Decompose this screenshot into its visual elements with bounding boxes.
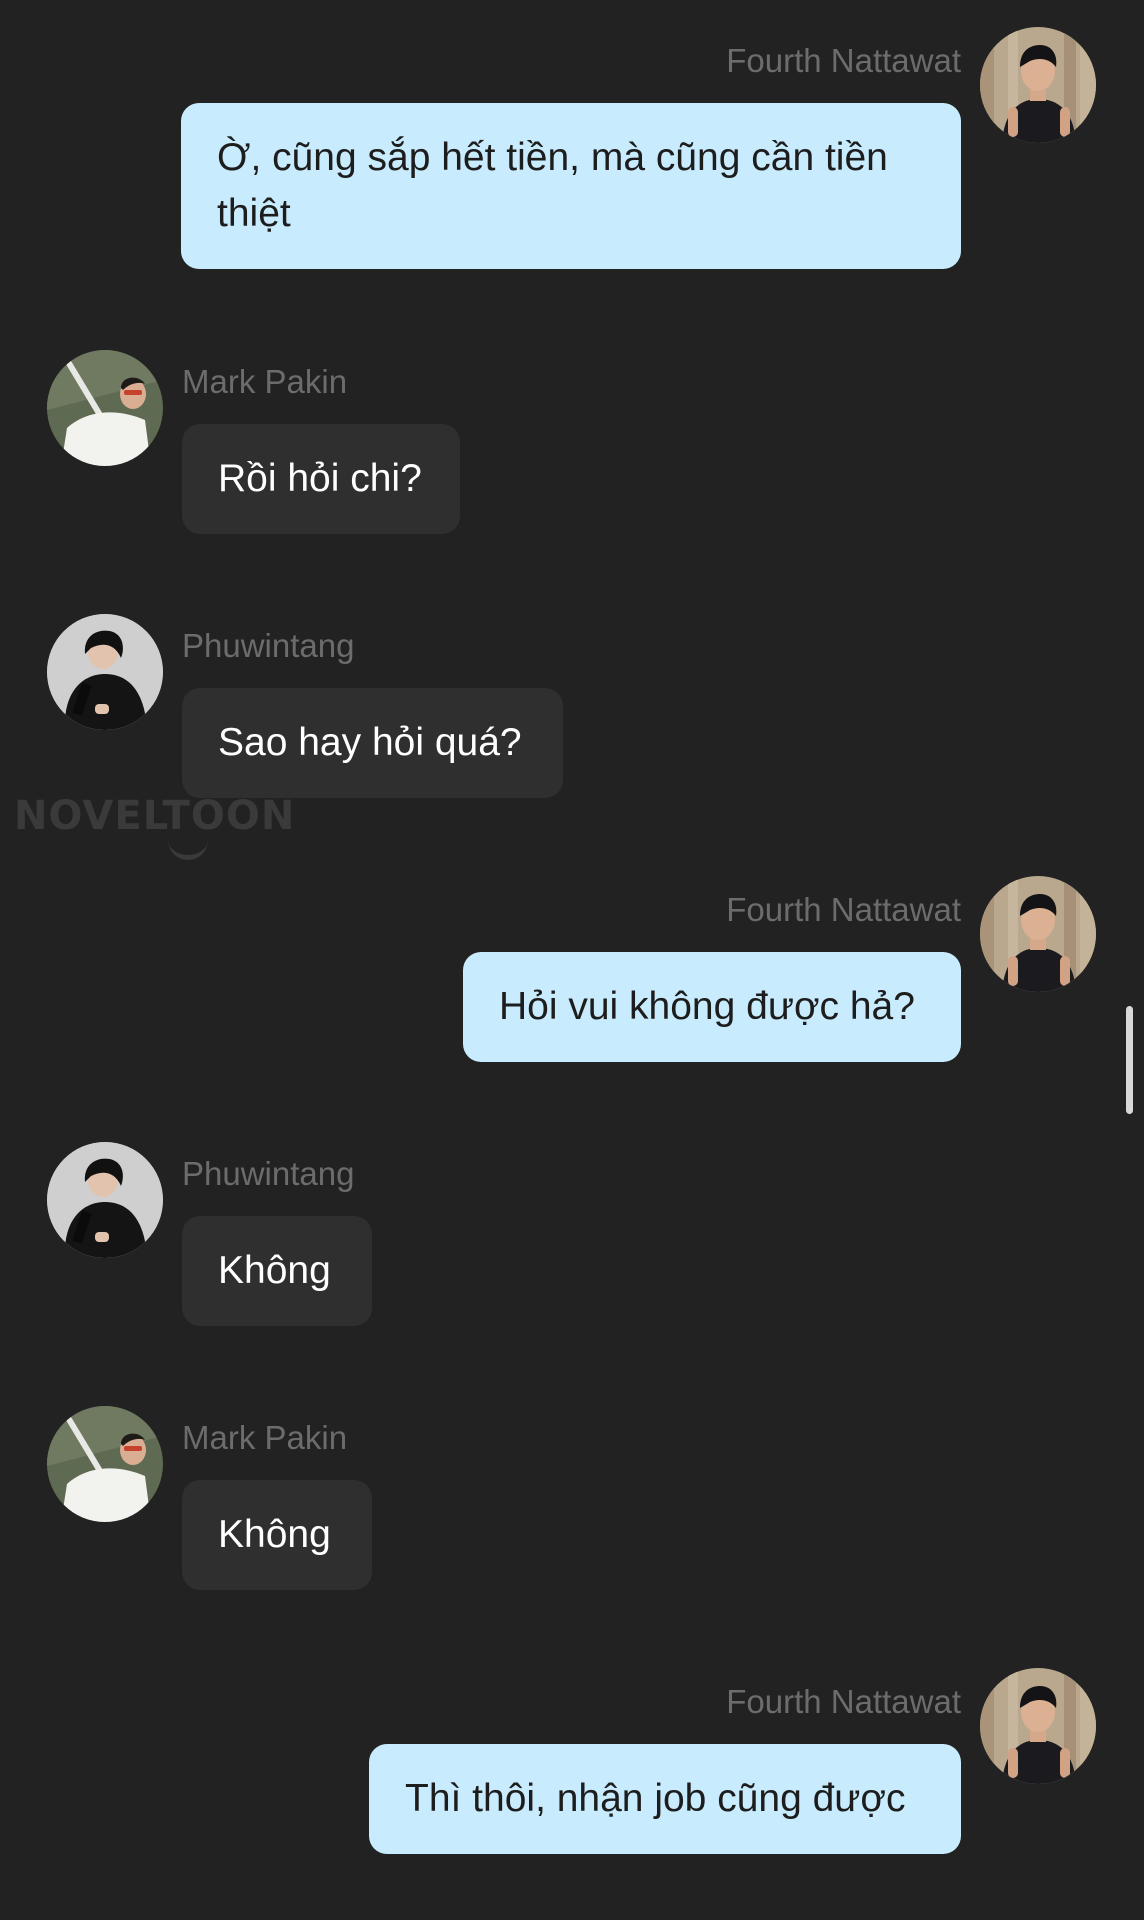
sender-name: Mark Pakin — [182, 1419, 348, 1456]
sender-name: Mark Pakin — [182, 363, 348, 400]
message-bubble[interactable]: Ờ, cũng sắp hết tiền, mà cũng cần tiền t… — [181, 103, 961, 269]
message-row: Fourth Nattawat Hỏi vui không được hả? — [0, 876, 1144, 1082]
message-bubble[interactable]: Không — [182, 1480, 372, 1590]
chat-thread: Fourth Nattawat Ờ, cũng sắp hết tiền, mà… — [0, 0, 1144, 1920]
message-row: Phuwintang Sao hay hỏi quá? — [0, 614, 1144, 820]
message-bubble[interactable]: Thì thôi, nhận job cũng được — [369, 1744, 961, 1854]
sender-name: Fourth Nattawat — [726, 42, 961, 79]
sender-name: Fourth Nattawat — [726, 891, 961, 928]
message-row: Mark Pakin Không — [0, 1406, 1144, 1612]
sender-name: Fourth Nattawat — [726, 1683, 961, 1720]
message-bubble[interactable]: Rồi hỏi chi? — [182, 424, 460, 534]
fourth-avatar[interactable] — [980, 876, 1096, 992]
message-row: Phuwintang Không — [0, 1142, 1144, 1348]
scrollbar-thumb[interactable] — [1126, 1006, 1133, 1114]
sender-name: Phuwintang — [182, 627, 355, 664]
mark-avatar[interactable] — [47, 1406, 163, 1522]
phuwin-avatar[interactable] — [47, 1142, 163, 1258]
mark-avatar[interactable] — [47, 350, 163, 466]
message-bubble[interactable]: Hỏi vui không được hả? — [463, 952, 961, 1062]
fourth-avatar[interactable] — [980, 27, 1096, 143]
message-bubble[interactable]: Không — [182, 1216, 372, 1326]
message-row: Fourth Nattawat Thì thôi, nhận job cũng … — [0, 1668, 1144, 1874]
message-bubble[interactable]: Sao hay hỏi quá? — [182, 688, 563, 798]
phuwin-avatar[interactable] — [47, 614, 163, 730]
noveltoon-watermark: NOVELTOON — [14, 793, 296, 839]
sender-name: Phuwintang — [182, 1155, 355, 1192]
message-row: Fourth Nattawat Ờ, cũng sắp hết tiền, mà… — [0, 27, 1144, 297]
message-row: Mark Pakin Rồi hỏi chi? — [0, 350, 1144, 556]
fourth-avatar[interactable] — [980, 1668, 1096, 1784]
